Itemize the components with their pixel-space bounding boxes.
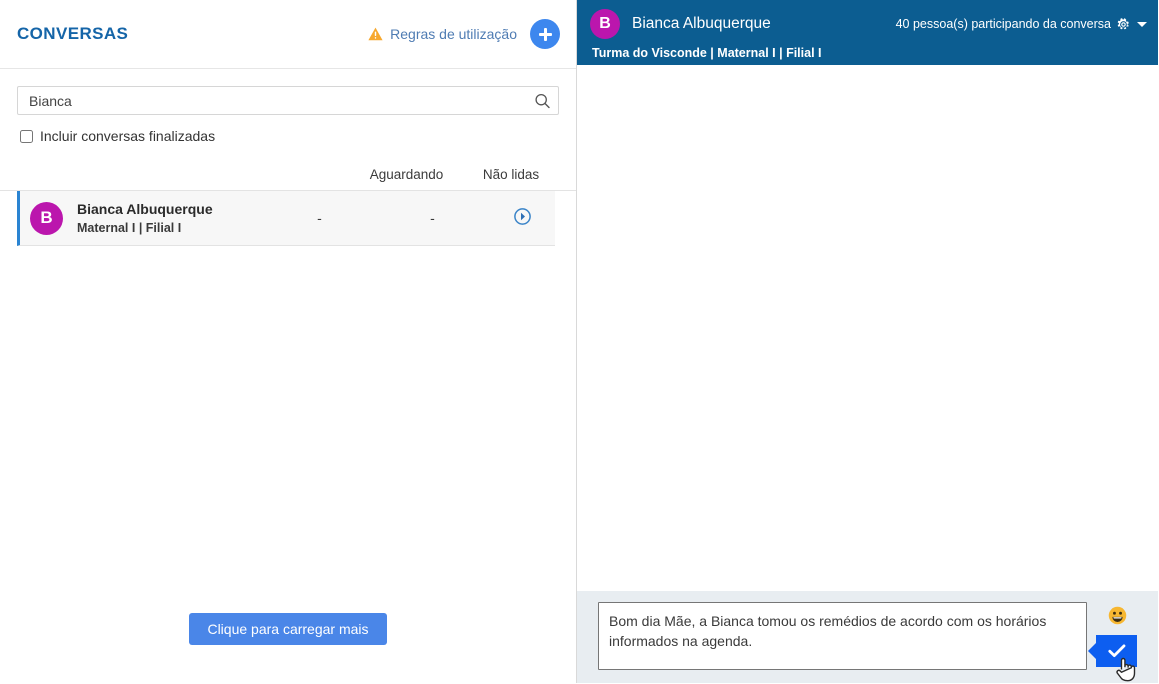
column-header-nao-lidas: Não lidas: [482, 167, 540, 182]
usage-rules-label: Regras de utilização: [390, 26, 517, 42]
caret-down-icon[interactable]: [1137, 21, 1147, 27]
chat-contact-name: Bianca Albuquerque: [632, 15, 771, 32]
plus-icon: [538, 27, 552, 41]
usage-rules-link[interactable]: Regras de utilização: [368, 26, 517, 42]
chevron-right-circle-icon: [513, 208, 531, 228]
breadcrumb: Turma do Visconde | Maternal I | Filial …: [592, 46, 822, 60]
participants-dropdown[interactable]: 40 pessoa(s) participando da conversa: [896, 17, 1147, 31]
chat-header: B Bianca Albuquerque 40 pessoa(s) partic…: [577, 0, 1158, 65]
load-more-container: Clique para carregar mais: [0, 613, 576, 683]
gear-icon[interactable]: [1117, 17, 1130, 31]
search-icon[interactable]: [535, 93, 550, 108]
avatar: B: [30, 201, 63, 235]
composer-actions: [1087, 602, 1147, 682]
participants-label: 40 pessoa(s) participando da conversa: [895, 17, 1111, 31]
avatar: B: [590, 9, 620, 39]
message-composer: [577, 591, 1158, 683]
warning-triangle-icon: [368, 27, 383, 41]
column-header-aguardando: Aguardando: [369, 167, 444, 182]
cell-aguardando: -: [317, 210, 322, 226]
conversation-info: Bianca Albuquerque Maternal I | Filial I: [77, 201, 263, 236]
conversation-subtitle: Maternal I | Filial I: [77, 220, 182, 235]
open-conversation-button[interactable]: [489, 208, 555, 228]
message-input[interactable]: [598, 602, 1087, 670]
page-title: CONVERSAS: [17, 24, 129, 43]
load-more-button[interactable]: Clique para carregar mais: [189, 613, 387, 645]
conversations-table-header: Aguardando Não lidas: [0, 167, 576, 191]
include-finished-row: Incluir conversas finalizadas: [20, 128, 576, 144]
conversations-panel: CONVERSAS Regras de utilização Bianca In…: [0, 0, 577, 683]
conversation-name: Bianca Albuquerque: [77, 200, 213, 217]
include-finished-label[interactable]: Incluir conversas finalizadas: [40, 128, 215, 144]
search-input[interactable]: [17, 86, 559, 115]
table-row[interactable]: B Bianca Albuquerque Maternal I | Filial…: [17, 191, 555, 246]
chat-header-top: B Bianca Albuquerque 40 pessoa(s) partic…: [590, 8, 1147, 40]
grinning-face-icon[interactable]: [1108, 604, 1127, 628]
check-icon: [1107, 644, 1125, 657]
search-container: [17, 86, 559, 115]
include-finished-checkbox[interactable]: [20, 129, 33, 143]
app-root: CONVERSAS Regras de utilização Bianca In…: [0, 0, 1159, 683]
chat-messages-area: [577, 65, 1158, 591]
add-conversation-button[interactable]: [530, 19, 560, 49]
send-button-tail: [1088, 643, 1096, 659]
conversations-header: CONVERSAS Regras de utilização: [0, 0, 576, 69]
chat-panel: B Bianca Albuquerque 40 pessoa(s) partic…: [577, 0, 1158, 683]
send-button[interactable]: [1088, 635, 1137, 667]
header-actions: Regras de utilização: [368, 19, 560, 49]
cell-nao-lidas: -: [430, 210, 435, 226]
